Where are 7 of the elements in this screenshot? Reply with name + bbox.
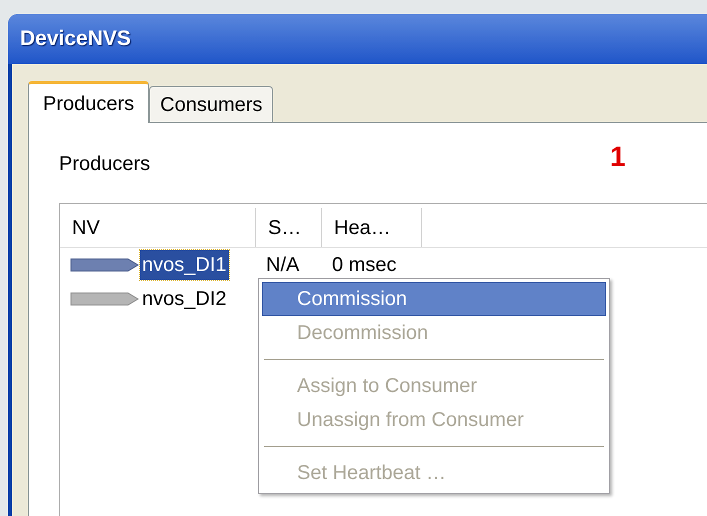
table-cell-text: N/A [265,253,300,278]
table-cell-text: 0 msec [331,253,398,278]
table-cell-text: nvos_DI2 [141,287,228,312]
section-label: Producers [59,152,150,177]
table-cell: nvos_DI1 [140,250,228,280]
marker-number: 1 [610,140,626,174]
window-title: DeviceNVS [20,26,131,52]
